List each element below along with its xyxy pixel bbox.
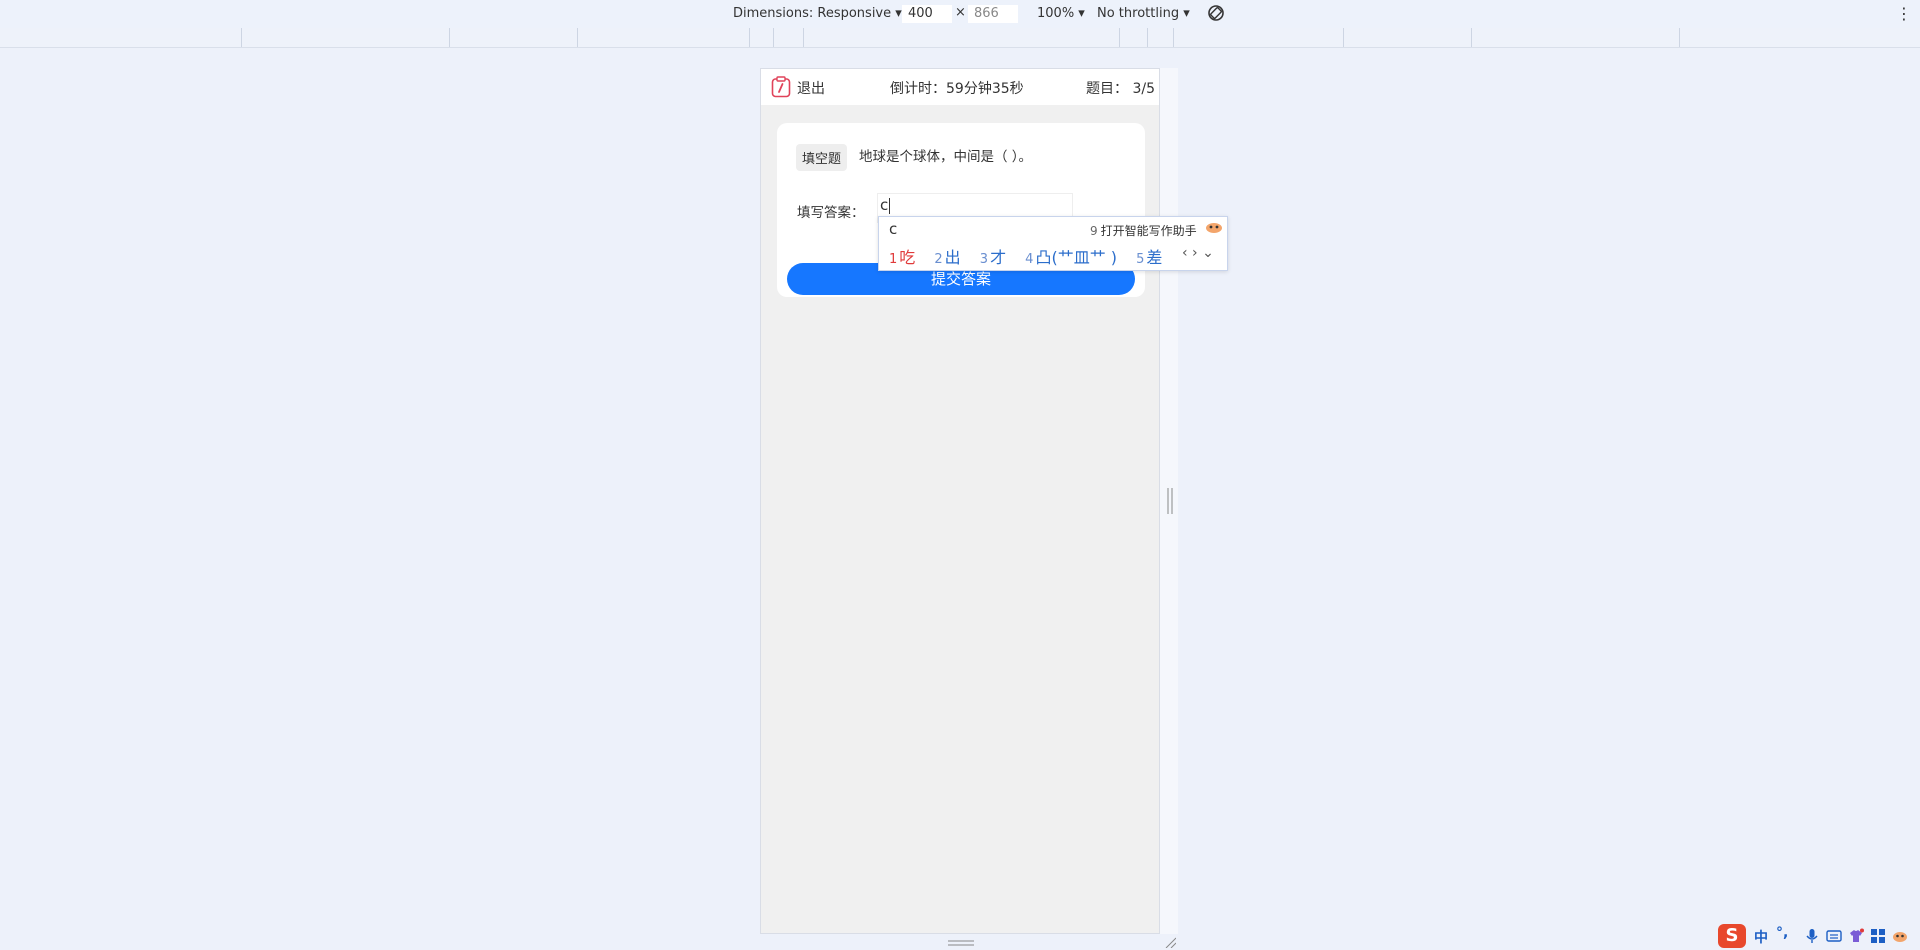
- ruler-tick[interactable]: [1471, 28, 1472, 47]
- toolbox-grid-icon[interactable]: [1870, 928, 1886, 944]
- media-query-ruler: [0, 28, 1920, 48]
- candidate-number: 4: [1025, 252, 1034, 267]
- candidate-text: 出: [944, 248, 961, 267]
- ime-language-toggle[interactable]: 中: [1754, 927, 1768, 947]
- exit-icon[interactable]: [771, 76, 791, 98]
- throttling-label: No throttling: [1097, 6, 1180, 21]
- ruler-tick[interactable]: [449, 28, 450, 47]
- height-input[interactable]: 866: [968, 5, 1018, 23]
- candidate-text: 才: [990, 248, 1007, 267]
- resize-handle-bottom[interactable]: [948, 940, 974, 946]
- ime-punctuation-toggle[interactable]: °,: [1776, 925, 1788, 941]
- ruler-tick[interactable]: [1119, 28, 1120, 47]
- question-text: 地球是个球体，中间是（ ）。: [859, 149, 1033, 165]
- more-options-icon[interactable]: ⋮: [1896, 4, 1912, 23]
- ime-status-bar: S 中 °,: [1716, 922, 1920, 950]
- exit-button[interactable]: 退出: [797, 78, 825, 98]
- ruler-tick[interactable]: [1343, 28, 1344, 47]
- candidate-number: 1: [889, 252, 898, 267]
- device-viewport: 退出 倒计时：59分钟35秒 题目： 3/5 填空题 地球是个球体，中间是（ ）…: [760, 68, 1160, 934]
- ime-page-nav[interactable]: ‹ › ⌄: [1182, 245, 1214, 261]
- ruler-tick[interactable]: [1173, 28, 1174, 47]
- ruler-tick[interactable]: [803, 28, 804, 47]
- answer-label: 填写答案：: [797, 205, 865, 221]
- ime-candidate[interactable]: 1吃: [889, 248, 915, 267]
- throttling-dropdown[interactable]: No throttling ▾: [1097, 6, 1190, 21]
- ruler-tick[interactable]: [773, 28, 774, 47]
- candidate-number: 2: [934, 252, 943, 267]
- ruler-tick[interactable]: [1147, 28, 1148, 47]
- ime-candidate-popup: c 9 打开智能写作助手 1吃 2出 3才 4 凸(艹皿艹 ) 5差 ‹ › ⌄: [878, 216, 1228, 271]
- ime-candidate[interactable]: 2出: [934, 248, 960, 267]
- ime-candidate[interactable]: 3才: [980, 248, 1006, 267]
- times-sign: ×: [955, 5, 966, 20]
- ime-composition: c: [889, 220, 898, 238]
- width-input[interactable]: 400: [902, 5, 952, 23]
- rotate-icon[interactable]: [1206, 3, 1226, 23]
- text-caret: [889, 197, 891, 214]
- microphone-icon[interactable]: [1804, 928, 1820, 944]
- keyboard-icon[interactable]: [1826, 928, 1842, 944]
- ime-candidate[interactable]: 4 凸(艹皿艹 ): [1025, 248, 1117, 267]
- skin-icon[interactable]: [1848, 928, 1864, 944]
- assistant-mascot-icon: [1206, 223, 1222, 233]
- ime-writing-assistant[interactable]: 9 打开智能写作助手: [1090, 222, 1197, 239]
- zoom-label: 100%: [1037, 6, 1075, 21]
- dimensions-dropdown[interactable]: Dimensions: Responsive ▾: [733, 6, 902, 21]
- resize-handle-right[interactable]: [1167, 488, 1173, 514]
- app-header: 退出 倒计时：59分钟35秒 题目： 3/5: [761, 69, 1159, 105]
- devtools-toolbar: Dimensions: Responsive ▾ 400 × 866 100% …: [0, 0, 1920, 29]
- question-type-tag: 填空题: [796, 144, 848, 171]
- candidate-text: 凸(艹皿艹 ): [1035, 248, 1118, 267]
- sogou-logo-icon[interactable]: S: [1718, 924, 1746, 948]
- countdown-timer: 倒计时：59分钟35秒: [890, 81, 1024, 97]
- candidate-number: 3: [979, 252, 989, 267]
- zoom-dropdown[interactable]: 100% ▾: [1037, 6, 1085, 21]
- answer-value: c: [880, 196, 889, 214]
- ime-candidate[interactable]: 5差: [1136, 248, 1162, 267]
- dimensions-label: Dimensions: Responsive: [733, 6, 892, 21]
- ime-candidate-list: 1吃 2出 3才 4 凸(艹皿艹 ) 5差: [889, 244, 1176, 268]
- resize-corner-icon[interactable]: [1164, 936, 1176, 948]
- ruler-tick[interactable]: [241, 28, 242, 47]
- candidate-text: 差: [1146, 248, 1163, 267]
- ruler-tick[interactable]: [577, 28, 578, 47]
- candidate-number: 5: [1136, 252, 1145, 267]
- ime-assistant-label: 打开智能写作助手: [1100, 224, 1197, 238]
- ruler-tick[interactable]: [1679, 28, 1680, 47]
- mascot-icon[interactable]: [1892, 928, 1908, 944]
- ruler-tick[interactable]: [749, 28, 750, 47]
- candidate-text: 吃: [899, 248, 916, 267]
- ime-assistant-number: 9: [1090, 224, 1098, 238]
- question-progress: 题目： 3/5: [1086, 81, 1155, 97]
